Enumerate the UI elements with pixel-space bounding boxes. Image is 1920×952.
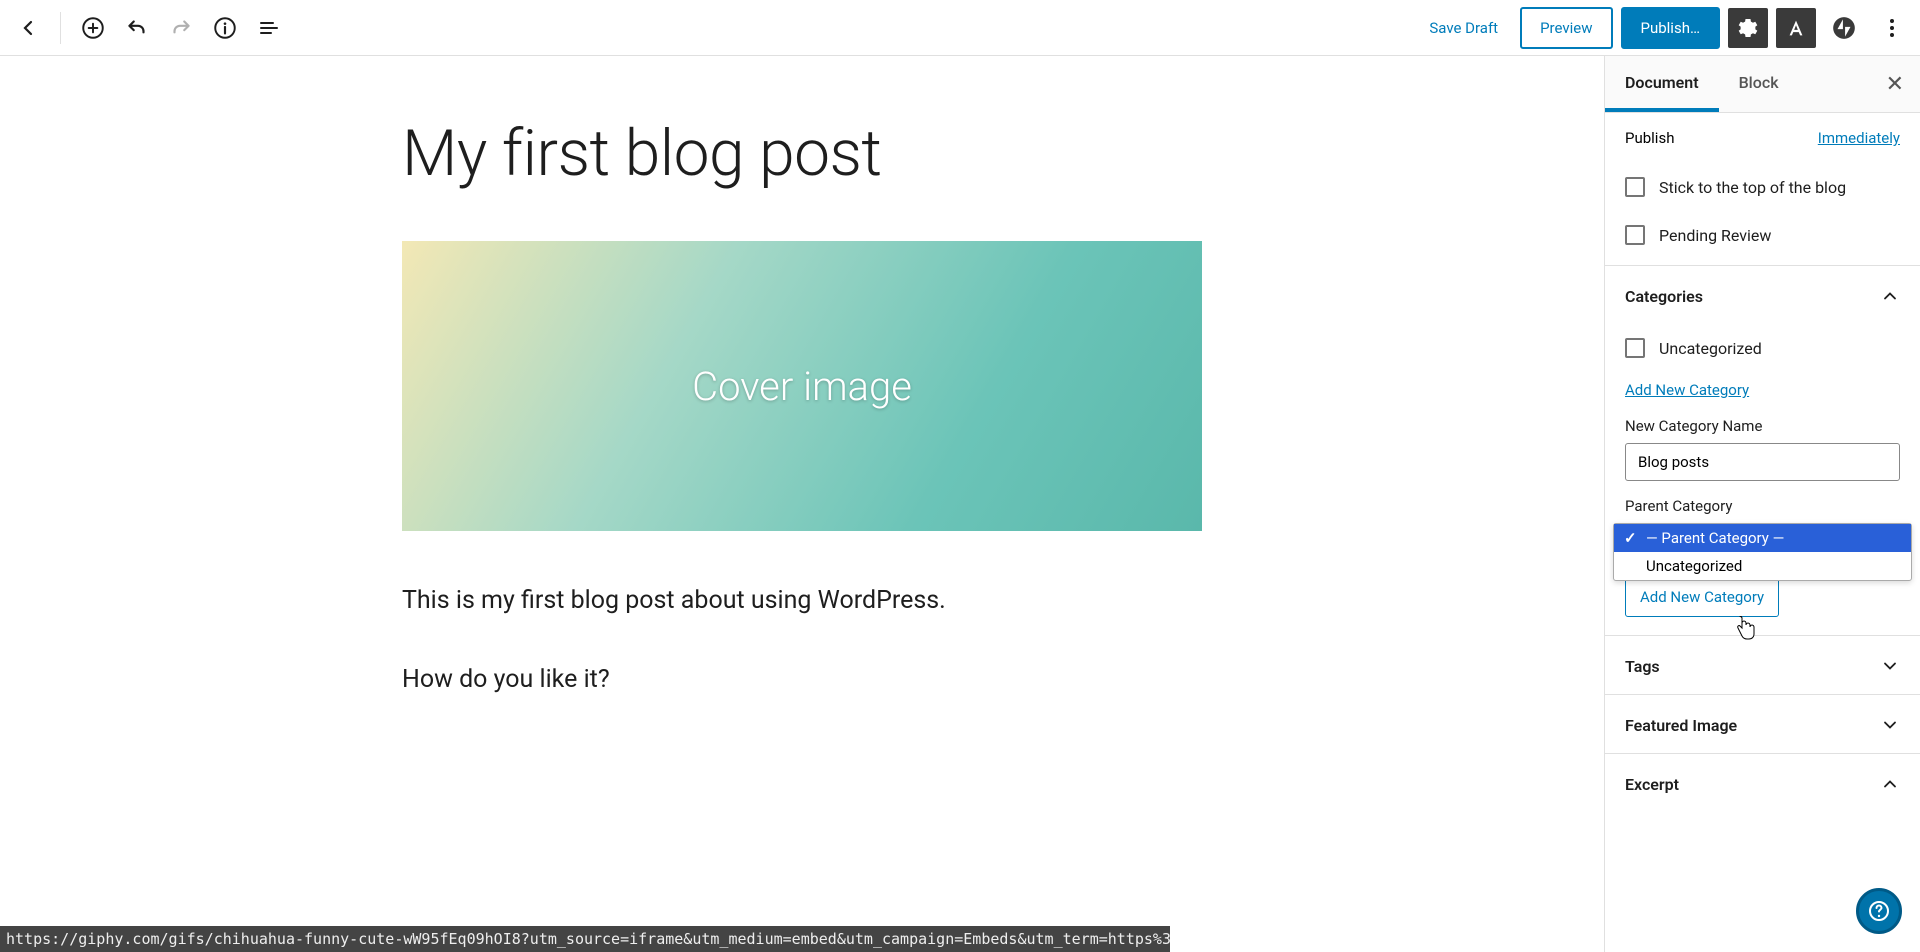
info-button[interactable] <box>205 8 245 48</box>
settings-button[interactable] <box>1728 8 1768 48</box>
help-button[interactable] <box>1856 888 1902 934</box>
chevron-up-icon <box>1880 774 1900 794</box>
tab-block[interactable]: Block <box>1719 56 1799 112</box>
publish-button[interactable]: Publish… <box>1621 7 1721 49</box>
preview-button[interactable]: Preview <box>1520 7 1612 49</box>
parent-category-label: Parent Category <box>1605 491 1920 523</box>
add-new-category-link-row: Add New Category <box>1605 372 1920 411</box>
close-icon: ✕ <box>1886 72 1904 97</box>
editor-inner: My first blog post Cover image This is m… <box>362 116 1242 694</box>
add-block-button[interactable] <box>73 8 113 48</box>
excerpt-panel-header[interactable]: Excerpt <box>1605 753 1920 812</box>
dropdown-option-parent[interactable]: — Parent Category — <box>1614 524 1911 552</box>
main-area: My first blog post Cover image This is m… <box>0 56 1920 952</box>
save-draft-button[interactable]: Save Draft <box>1415 9 1512 47</box>
redo-button[interactable] <box>161 8 201 48</box>
publish-label: Publish <box>1625 129 1674 147</box>
outline-button[interactable] <box>249 8 289 48</box>
uncategorized-row[interactable]: Uncategorized <box>1605 324 1920 372</box>
featured-image-panel-header[interactable]: Featured Image <box>1605 694 1920 753</box>
text-mode-button[interactable] <box>1776 8 1816 48</box>
status-bar: https://giphy.com/gifs/chihuahua-funny-c… <box>0 926 1170 952</box>
toolbar-divider <box>60 12 61 44</box>
settings-sidebar: Document Block ✕ Publish Immediately Sti… <box>1604 56 1920 952</box>
tab-document[interactable]: Document <box>1605 56 1719 112</box>
new-category-name-input[interactable] <box>1625 443 1900 481</box>
sidebar-tabs: Document Block ✕ <box>1605 56 1920 113</box>
close-sidebar-button[interactable]: ✕ <box>1870 56 1920 112</box>
featured-image-title: Featured Image <box>1625 716 1737 735</box>
more-menu-button[interactable] <box>1872 8 1912 48</box>
undo-button[interactable] <box>117 8 157 48</box>
categories-title: Categories <box>1625 287 1703 306</box>
toolbar-left <box>8 8 289 48</box>
cover-image-text: Cover image <box>692 363 912 410</box>
tags-title: Tags <box>1625 657 1660 676</box>
pending-review-checkbox[interactable] <box>1625 225 1645 245</box>
pending-review-label: Pending Review <box>1659 226 1771 245</box>
editor-canvas[interactable]: My first blog post Cover image This is m… <box>0 56 1604 952</box>
add-new-category-link[interactable]: Add New Category <box>1625 381 1749 399</box>
paragraph-1[interactable]: This is my first blog post about using W… <box>402 586 1202 615</box>
add-new-category-button[interactable]: Add New Category <box>1625 577 1779 617</box>
cover-image-block[interactable]: Cover image <box>402 241 1202 531</box>
chevron-down-icon <box>1880 715 1900 735</box>
publish-row: Publish Immediately <box>1605 113 1920 163</box>
parent-category-dropdown[interactable]: — Parent Category — Uncategorized <box>1613 523 1912 581</box>
post-title[interactable]: My first blog post <box>402 116 1202 191</box>
toolbar-right: Save Draft Preview Publish… <box>1415 7 1912 49</box>
chevron-up-icon <box>1880 286 1900 306</box>
top-toolbar: Save Draft Preview Publish… <box>0 0 1920 56</box>
excerpt-title: Excerpt <box>1625 775 1679 794</box>
stick-top-label: Stick to the top of the blog <box>1659 178 1846 197</box>
new-category-name-label: New Category Name <box>1605 411 1920 443</box>
back-button[interactable] <box>8 8 48 48</box>
uncategorized-checkbox[interactable] <box>1625 338 1645 358</box>
publish-value-link[interactable]: Immediately <box>1818 129 1900 147</box>
tags-panel-header[interactable]: Tags <box>1605 635 1920 694</box>
paragraph-2[interactable]: How do you like it? <box>402 665 1202 694</box>
pending-review-row[interactable]: Pending Review <box>1605 211 1920 265</box>
dropdown-option-uncategorized[interactable]: Uncategorized <box>1614 552 1911 580</box>
categories-panel-header[interactable]: Categories <box>1605 265 1920 324</box>
chevron-down-icon <box>1880 656 1900 676</box>
jetpack-button[interactable] <box>1824 8 1864 48</box>
stick-top-row[interactable]: Stick to the top of the blog <box>1605 163 1920 211</box>
stick-top-checkbox[interactable] <box>1625 177 1645 197</box>
uncategorized-label: Uncategorized <box>1659 339 1762 358</box>
